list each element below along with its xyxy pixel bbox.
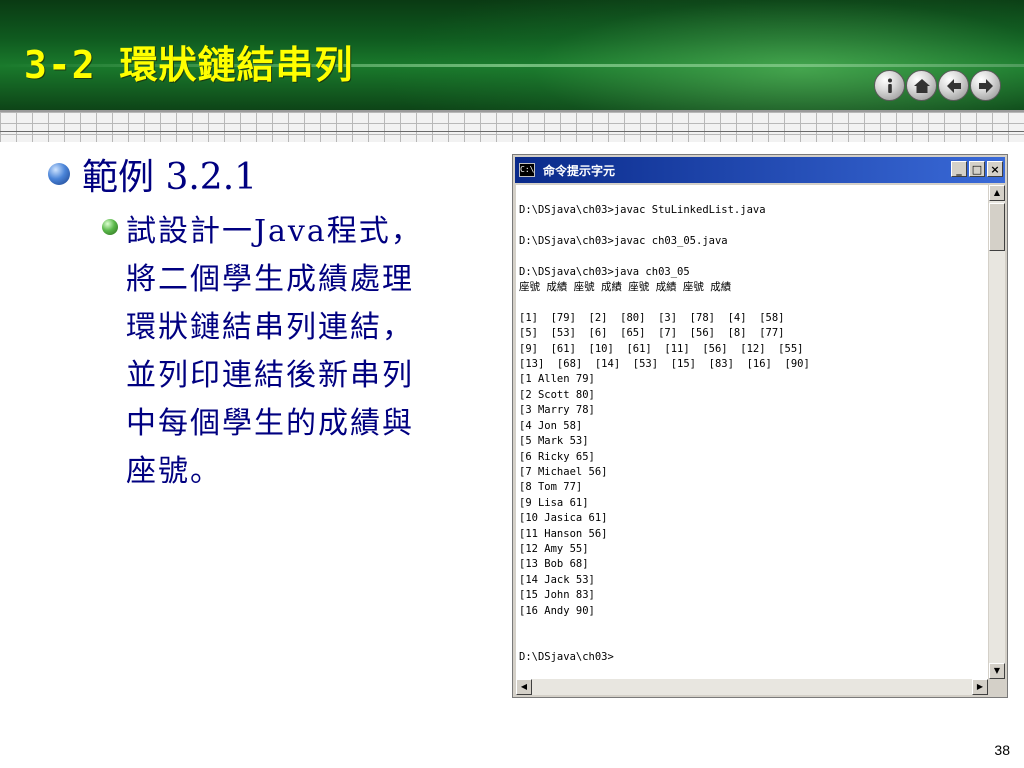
- home-icon: [913, 78, 930, 93]
- console-text: D:\DSjava\ch03>javac StuLinkedList.java …: [516, 185, 988, 665]
- green-bullet-icon: [102, 219, 118, 235]
- bullet-line: 將二個學生成績處理: [126, 262, 414, 297]
- maximize-button[interactable]: □: [969, 161, 985, 177]
- console-line: D:\DSjava\ch03>java ch03_05: [519, 265, 690, 278]
- back-icon: [946, 78, 961, 93]
- vertical-scrollbar[interactable]: ▲ ▼: [989, 185, 1005, 679]
- resize-grip[interactable]: [989, 679, 1005, 695]
- console-line: 座號 成績 座號 成績 座號 成績 座號 成績: [519, 281, 732, 294]
- console-line: [2 Scott 80]: [519, 388, 595, 401]
- console-line: [11 Hanson 56]: [519, 527, 608, 540]
- console-line: D:\DSjava\ch03>javac StuLinkedList.java: [519, 204, 766, 216]
- bullet-line: 試設計一Java程式，: [126, 214, 423, 249]
- console-title: 命令提示字元: [543, 163, 616, 178]
- console-line: [14 Jack 53]: [519, 573, 595, 586]
- console-line: [5 Mark 53]: [519, 435, 589, 448]
- bullet-line: 座號。: [126, 454, 222, 489]
- scroll-left-arrow-icon[interactable]: ◀: [516, 679, 532, 695]
- console-line: [5] [53] [6] [65] [7] [56] [8] [77]: [519, 327, 785, 340]
- console-line: [12 Amy 55]: [519, 542, 589, 555]
- grid-strip-line: [0, 131, 1024, 132]
- scroll-down-arrow-icon[interactable]: ▼: [989, 663, 1005, 679]
- console-output[interactable]: D:\DSjava\ch03>javac StuLinkedList.java …: [516, 185, 988, 679]
- slide-header: 3-2 環狀鏈結串列: [0, 0, 1024, 110]
- scroll-right-arrow-icon[interactable]: ▶: [972, 679, 988, 695]
- console-line: [1] [79] [2] [80] [3] [78] [4] [58]: [519, 311, 785, 324]
- bullet-line: 環狀鏈結串列連結，: [126, 310, 414, 345]
- forward-button[interactable]: [970, 70, 1001, 101]
- bullet-level2-text: 試設計一Java程式， 將二個學生成績處理 環狀鏈結串列連結， 並列印連結後新串…: [126, 208, 423, 496]
- console-line: D:\DSjava\ch03>: [519, 650, 614, 663]
- console-line: [15 John 83]: [519, 589, 595, 602]
- console-line: [1 Allen 79]: [519, 373, 595, 386]
- window-controls: _ □ ×: [951, 161, 1003, 177]
- blue-bullet-icon: [48, 163, 70, 185]
- slide-title: 3-2 環狀鏈結串列: [24, 43, 354, 87]
- console-line: [10 Jasica 61]: [519, 512, 608, 525]
- slide-nav: [874, 70, 1001, 101]
- console-line: [4 Jon 58]: [519, 419, 583, 432]
- minimize-button[interactable]: _: [951, 161, 967, 177]
- console-line: [7 Michael 56]: [519, 465, 608, 478]
- console-line: [9 Lisa 61]: [519, 496, 589, 509]
- console-line: D:\DSjava\ch03>javac ch03_05.java: [519, 234, 728, 247]
- horizontal-scrollbar[interactable]: ◀ ▶: [516, 679, 988, 695]
- console-line: [8 Tom 77]: [519, 481, 583, 494]
- back-button[interactable]: [938, 70, 969, 101]
- console-line: [9] [61] [10] [61] [11] [56] [12] [55]: [519, 342, 804, 355]
- page-number: 38: [994, 742, 1010, 758]
- bullet-line: 中每個學生的成績與: [126, 406, 414, 441]
- scroll-thumb[interactable]: [989, 203, 1005, 251]
- bullet-level1: 範例 3.2.1: [48, 148, 257, 200]
- bullet-level2: 試設計一Java程式， 將二個學生成績處理 環狀鏈結串列連結， 並列印連結後新串…: [102, 208, 423, 496]
- close-button[interactable]: ×: [987, 161, 1003, 177]
- grid-strip: [0, 110, 1024, 144]
- console-line: [16 Andy 90]: [519, 604, 595, 617]
- home-button[interactable]: [906, 70, 937, 101]
- console-line: [13] [68] [14] [53] [15] [83] [16] [90]: [519, 358, 810, 371]
- info-button[interactable]: [874, 70, 905, 101]
- console-line: [6 Ricky 65]: [519, 450, 595, 463]
- bullet-line: 並列印連結後新串列: [126, 358, 414, 393]
- console-titlebar[interactable]: C:\ 命令提示字元 _ □ ×: [515, 157, 1005, 183]
- console-window: C:\ 命令提示字元 _ □ × D:\DSjava\ch03>javac St…: [512, 154, 1008, 698]
- console-app-icon: C:\: [519, 163, 535, 177]
- console-line: [13 Bob 68]: [519, 558, 589, 571]
- console-line: [3 Marry 78]: [519, 404, 595, 417]
- info-icon: [887, 78, 892, 93]
- bullet-level1-text: 範例 3.2.1: [82, 157, 258, 198]
- forward-icon: [978, 78, 993, 93]
- scroll-up-arrow-icon[interactable]: ▲: [989, 185, 1005, 201]
